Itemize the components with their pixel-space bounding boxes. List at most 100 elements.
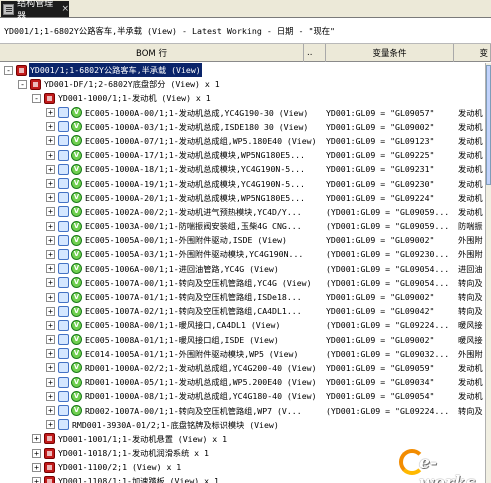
bom-line-label: EC005-1003A-00/1;1-防喘振阀安装组,玉柴4G CNG... [85,221,302,232]
tree-row[interactable]: + V EC005-1000A-17/1;1-发动机总成模块,WP5NG180E5.… [0,148,485,162]
tree-row[interactable]: - YD001-1000/1;1-发动机 (View) x 1 [0,91,485,105]
tree-row[interactable]: + V EC005-1005A-03/1;1-外围附件驱动模块,YC4G190N..… [0,247,485,261]
tree-row[interactable]: + RMD001-3930A-01/2;1-底盘铭牌及标识模块 (View) [0,418,485,432]
variant-condition-icon: V [71,192,82,204]
assembly-icon [44,447,55,459]
part-icon [58,348,69,360]
watermark-logo: e-works [397,443,485,483]
tree-row[interactable]: + V EC005-1000A-19/1;1-发动机总成模块,YC4G190N-5.… [0,177,485,191]
tree-row[interactable]: + V EC005-1003A-00/1;1-防喘振阀安装组,玉柴4G CNG...… [0,219,485,233]
tree-row[interactable]: + V EC005-1006A-00/1;1-进回油管路,YC4G (View) (Y… [0,262,485,276]
condition-cell: YD001:GL09 = "GL09224" [326,192,435,203]
expand-icon[interactable]: + [46,235,55,245]
tree-row[interactable]: + V EC005-1000A-03/1;1-发动机总成,ISDE180 30 (V… [0,120,485,134]
tree-row[interactable]: - YD001-DF/1;2-6802Y底盘部分 (View) x 1 [0,77,485,91]
tree-row[interactable]: + V EC005-1007A-00/1;1-转向及空压机管路组,YC4G (Vie… [0,276,485,290]
expand-icon[interactable]: + [46,406,55,415]
expand-icon[interactable]: + [46,292,55,302]
last-column-cell: 外围附 [458,348,483,359]
expand-icon[interactable]: + [46,122,55,132]
tree-row[interactable]: + V RD001-1000A-05/1;1-发动机总成组,WP5.200E40 (… [0,375,485,389]
expand-icon[interactable]: + [46,391,55,401]
tree-row[interactable]: + V EC005-1007A-02/1;1-转向及空压机管路组,CA4DL1...… [0,304,485,318]
bom-cell: + V EC005-1006A-00/1;1-进回油管路,YC4G (View) [0,262,326,276]
expand-icon[interactable]: + [46,193,55,203]
column-header-bom[interactable]: BOM 行 [0,44,304,62]
bom-cell: + V RD001-1000A-08/1;1-发动机总成组,YC4G180-40 (… [0,389,326,403]
expand-icon[interactable]: + [46,420,55,430]
tree-row[interactable]: - YD001/1;1-6802Y公路客车,半承载 (View) [0,63,485,78]
variant-condition-icon: V [71,277,82,289]
expand-icon[interactable]: + [32,434,41,444]
bom-line-label: YD001-1018/1;1-发动机润滑系统 x 1 [58,448,209,459]
collapse-icon[interactable]: - [18,79,27,89]
expand-icon[interactable]: + [46,164,55,174]
tree-row[interactable]: + V RD002-1007A-00/1;1-转向及空压机管路组,WP7 (V...… [0,404,485,418]
condition-cell: (YD001:GL09 = "GL09059... [326,206,450,217]
tree-row[interactable]: + V EC005-1005A-00/1;1-外围附件驱动,ISDE (View) Y… [0,233,485,247]
tree-row[interactable]: + V EC005-1007A-01/1;1-转向及空压机管路组,ISDe18...… [0,290,485,304]
last-column-cell: 暖风接 [458,320,483,331]
vertical-scrollbar[interactable] [485,63,491,483]
tree-row[interactable]: + V EC005-1000A-18/1;1-发动机总成模块,YC4G190N-5.… [0,162,485,176]
part-icon [58,234,69,246]
column-header-last[interactable]: 变 [454,44,491,62]
column-header-conditions[interactable]: 变量条件 [326,44,454,62]
expand-icon[interactable]: + [32,448,41,458]
part-icon [58,419,69,431]
expand-icon[interactable]: + [46,221,55,231]
condition-cell: (YD001:GL09 = "GL09224... [326,405,450,416]
bom-line-label: YD001-1100/2;1 (View) x 1 [58,462,182,473]
condition-cell: YD001:GL09 = "GL09054" [326,391,435,402]
condition-cell [326,91,454,105]
expand-icon[interactable]: + [46,249,55,259]
expand-icon[interactable]: + [46,264,55,274]
tree-row[interactable]: + V EC005-1000A-07/1;1-发动机总成组,WP5.180E40 (… [0,134,485,148]
variant-condition-icon: V [71,319,82,331]
bom-tree: - YD001/1;1-6802Y公路客车,半承载 (View) - YD001-DF… [0,63,485,483]
collapse-icon[interactable]: - [32,93,41,103]
expand-icon[interactable]: + [46,179,55,188]
bom-cell: + V EC005-1005A-00/1;1-外围附件驱动,ISDE (View) [0,233,326,247]
expand-icon[interactable]: + [46,349,55,359]
expand-icon[interactable]: + [46,320,55,330]
expand-icon[interactable]: + [46,306,55,316]
tab-structure-manager[interactable]: 结构管理器 × [1,0,69,22]
tree-row[interactable]: + V RD001-1000A-02/2;1-发动机总成组,YC4G200-40 (… [0,361,485,375]
tree-row[interactable]: + V RD001-1000A-08/1;1-发动机总成组,YC4G180-40 (… [0,389,485,403]
bom-cell: + V EC005-1005A-03/1;1-外围附件驱动模块,YC4G190N..… [0,247,326,261]
expand-icon[interactable]: + [32,476,41,483]
expand-icon[interactable]: + [46,363,55,373]
expand-icon[interactable]: + [46,150,55,160]
expand-icon[interactable]: + [46,136,55,146]
table-header: BOM 行 .. 变量条件 变 [0,44,491,62]
expand-icon[interactable]: + [46,278,55,288]
condition-cell: YD001:GL09 = "GL09123" [326,135,435,146]
collapse-icon[interactable]: - [4,65,13,75]
variant-condition-icon: V [71,376,82,388]
tree-row[interactable]: + V EC005-1008A-00/1;1-暖风接口,CA4DL1 (View) (… [0,318,485,332]
tree-row[interactable]: + V EC014-1005A-01/1;1-外围附件驱动模块,WP5 (View)… [0,347,485,361]
expand-icon[interactable]: + [46,207,55,217]
tree-row[interactable]: + V EC005-1000A-20/1;1-发动机总成模块,WP5NG180E5.… [0,191,485,205]
part-icon [58,107,69,119]
condition-cell: YD001:GL09 = "GL09034" [326,377,435,388]
part-icon [58,291,69,303]
variant-condition-icon: V [71,206,82,218]
expand-icon[interactable]: + [46,335,55,345]
tree-row[interactable]: + V EC005-1008A-01/1;1-暖风接口组,ISDE (View) YD… [0,333,485,347]
expand-icon[interactable]: + [46,377,55,387]
expand-icon[interactable]: + [46,108,55,118]
scrollbar-thumb[interactable] [486,65,491,185]
tab-bar: 结构管理器 × [0,0,491,22]
tree-row[interactable]: + V EC005-1002A-00/2;1-发动机进气预热模块,YC4D/Y...… [0,205,485,219]
expand-icon[interactable]: + [32,462,41,472]
tree-row[interactable]: + V EC005-1000A-00/1;1-发动机总成,YC4G190-30 (V… [0,106,485,120]
last-column-cell: 发动机 [458,107,483,118]
variant-condition-icon: V [71,263,82,275]
variant-condition-icon: V [71,248,82,260]
condition-cell: YD001:GL09 = "GL09002" [326,292,435,302]
last-column-cell [458,91,485,105]
column-header-dots[interactable]: .. [304,44,326,62]
close-icon[interactable]: × [61,4,69,14]
